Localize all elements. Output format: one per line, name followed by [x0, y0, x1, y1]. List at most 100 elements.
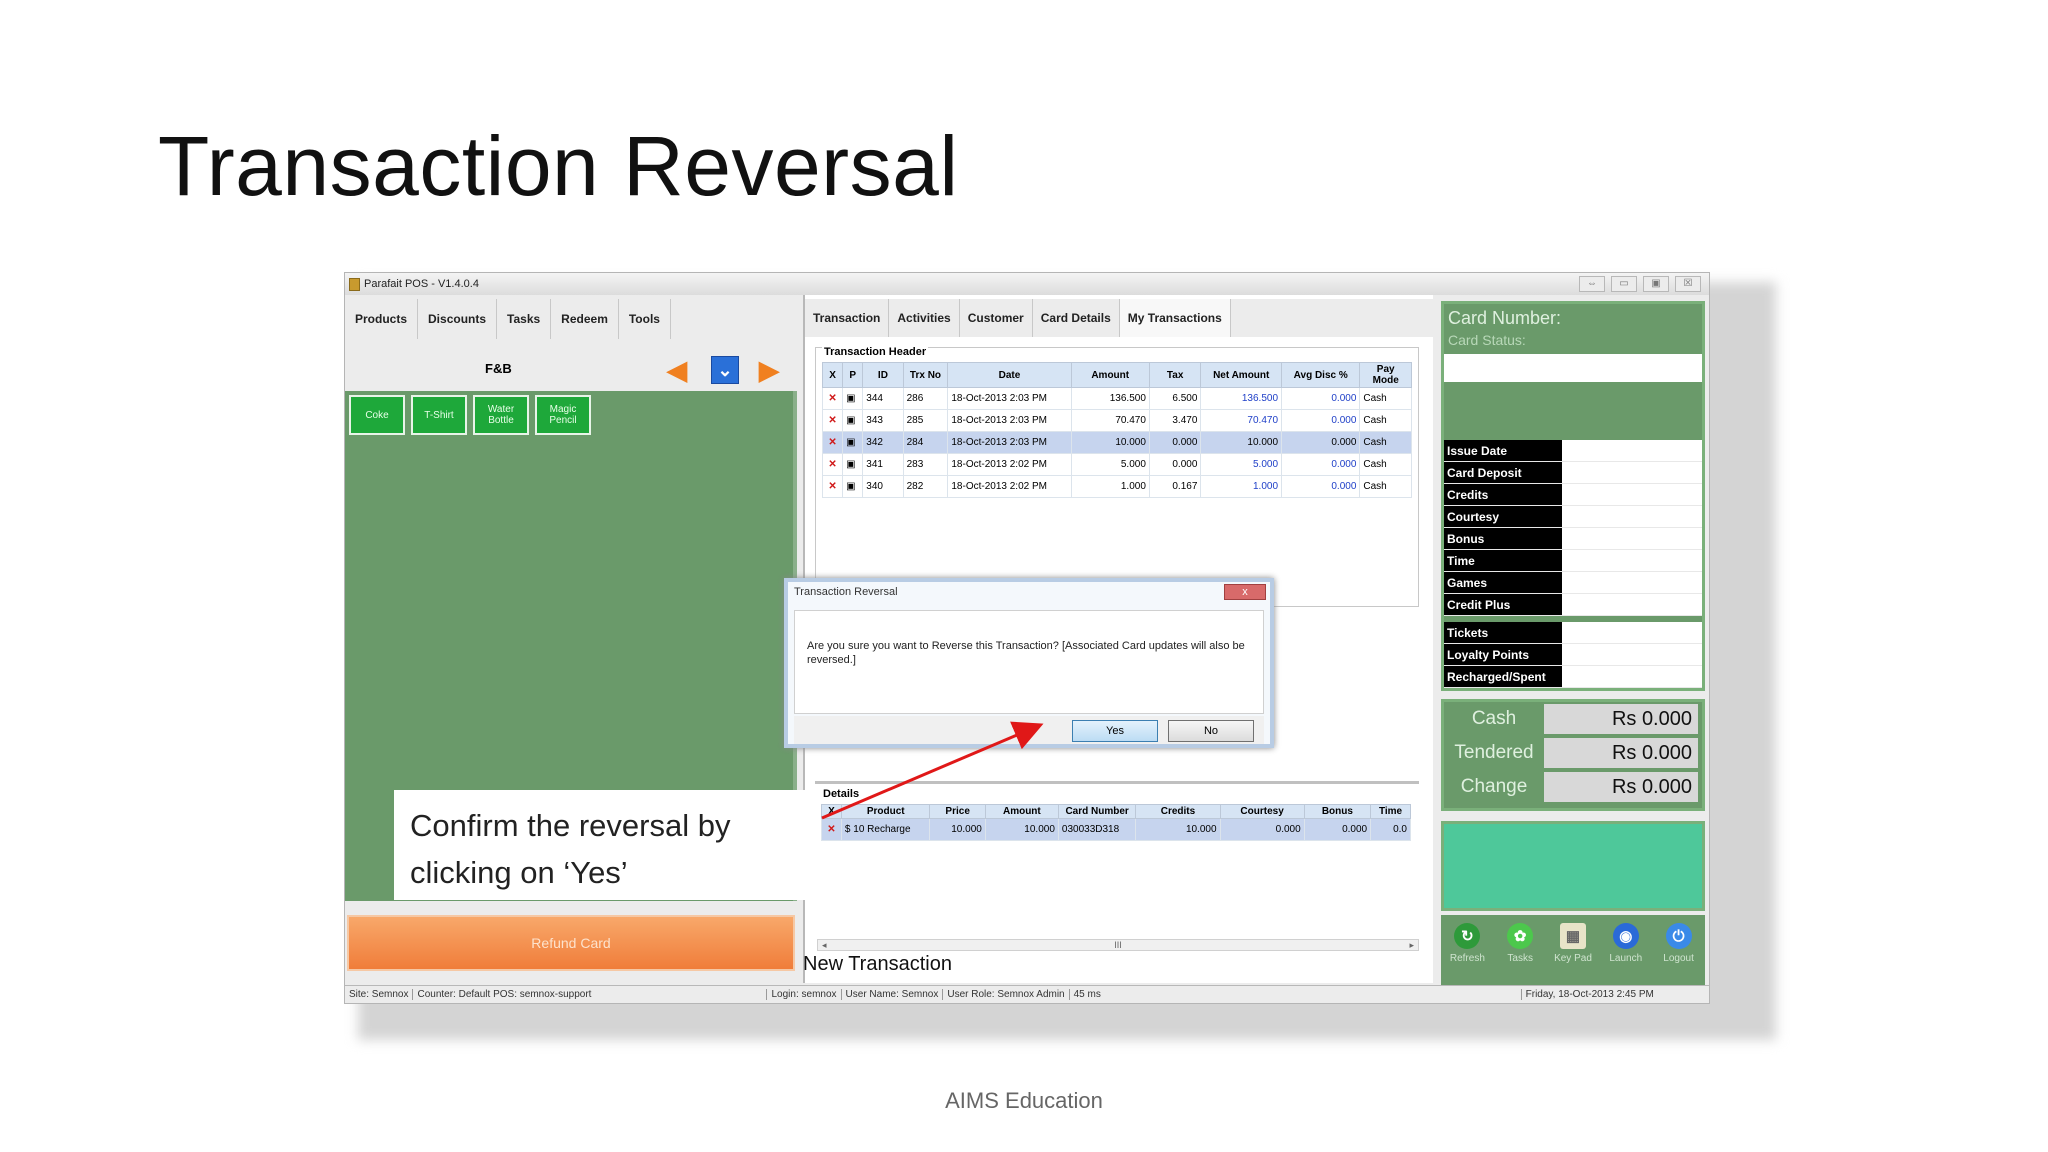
cell-disc: 0.000 [1281, 475, 1361, 498]
field-value [1562, 462, 1702, 483]
product-magic-pencil[interactable]: Magic Pencil [535, 395, 591, 435]
delete-icon[interactable]: ✕ [821, 453, 844, 476]
status-datetime: Friday, 18-Oct-2013 2:45 PM [1525, 989, 1654, 1000]
delete-icon[interactable]: ✕ [821, 431, 844, 454]
col-amount: Amount [1070, 362, 1150, 388]
cell-id: 342 [862, 431, 904, 454]
scroll-right-icon[interactable]: ▸ [1409, 940, 1414, 950]
cell-pay: Cash [1359, 409, 1412, 432]
table-row[interactable]: ✕ ▣ 341 283 18-Oct-2013 2:02 PM 5.000 0.… [821, 453, 1412, 476]
tab-tools[interactable]: Tools [619, 299, 671, 339]
col-price: Price [929, 804, 986, 819]
tab-card-details[interactable]: Card Details [1033, 299, 1120, 337]
cell-id: 340 [862, 475, 904, 498]
print-icon[interactable]: ▣ [842, 387, 864, 410]
cell-amount: 1.000 [1070, 475, 1150, 498]
title-bar: Parafait POS - V1.4.0.4 ⇔ ▭ ▣ ☒ [345, 273, 1709, 295]
cell-time: 0.0 [1370, 818, 1411, 841]
status-user-role: User Role: Semnox Admin [943, 989, 1070, 1000]
launch-button[interactable]: ◉ Launch [1602, 923, 1650, 989]
logout-label: Logout [1663, 953, 1694, 964]
no-button[interactable]: No [1168, 720, 1254, 742]
launch-label: Launch [1609, 953, 1643, 964]
delete-icon[interactable]: ✕ [821, 409, 844, 432]
product-coke[interactable]: Coke [349, 395, 405, 435]
card-status-field [1444, 354, 1702, 382]
yes-button[interactable]: Yes [1072, 720, 1158, 742]
cell-date: 18-Oct-2013 2:02 PM [947, 453, 1072, 476]
cell-tax: 0.000 [1148, 453, 1202, 476]
dialog-body: Are you sure you want to Reverse this Tr… [794, 610, 1264, 714]
delete-icon[interactable]: ✕ [821, 475, 844, 498]
tab-products[interactable]: Products [345, 299, 419, 339]
horizontal-scrollbar[interactable]: ◂ III ▸ [817, 939, 1419, 951]
print-icon[interactable]: ▣ [842, 409, 864, 432]
print-icon[interactable]: ▣ [842, 453, 864, 476]
field-value [1562, 666, 1702, 687]
field-label: Courtesy [1444, 506, 1562, 527]
cell-tax: 3.470 [1148, 409, 1202, 432]
col-avg-disc: Avg Disc % [1281, 362, 1361, 388]
print-icon[interactable]: ▣ [842, 431, 864, 454]
refund-card-button[interactable]: Refund Card [347, 915, 795, 971]
resize-icon[interactable]: ⇔ [1579, 276, 1605, 292]
delete-icon[interactable]: ✕ [821, 818, 842, 841]
cell-date: 18-Oct-2013 2:03 PM [947, 409, 1072, 432]
cell-trx: 282 [902, 475, 949, 498]
keypad-button[interactable]: ▦ Key Pad [1549, 923, 1597, 989]
keypad-icon: ▦ [1559, 923, 1586, 949]
tab-transaction[interactable]: Transaction [805, 299, 890, 337]
tendered-value: Rs 0.000 [1544, 738, 1698, 768]
tab-discounts[interactable]: Discounts [418, 299, 498, 339]
field-value [1562, 622, 1702, 643]
scroll-thumb[interactable]: III [1114, 940, 1122, 950]
arrow-right-icon[interactable]: ▶ [753, 355, 785, 385]
cell-tax: 0.167 [1148, 475, 1202, 498]
cell-amount: 136.500 [1070, 387, 1150, 410]
right-panel: Card Number: Card Status: Issue Date Car… [1437, 299, 1709, 989]
cell-trx: 286 [902, 387, 949, 410]
table-row[interactable]: ✕ ▣ 343 285 18-Oct-2013 2:03 PM 70.470 3… [821, 409, 1412, 432]
card-status-label: Card Status: [1448, 332, 1526, 348]
table-row[interactable]: ✕ $ 10 Recharge 10.000 10.000 030033D318… [821, 818, 1411, 841]
cell-net: 1.000 [1200, 475, 1283, 498]
table-row[interactable]: ✕ ▣ 344 286 18-Oct-2013 2:03 PM 136.500 … [821, 387, 1412, 410]
field-label: Recharged/Spent [1444, 666, 1562, 687]
table-row-selected[interactable]: ✕ ▣ 342 284 18-Oct-2013 2:03 PM 10.000 0… [821, 431, 1412, 454]
logout-button[interactable]: ⏻ Logout [1655, 923, 1703, 989]
minimize-icon[interactable]: ▭ [1611, 276, 1637, 292]
product-tshirt[interactable]: T-Shirt [411, 395, 467, 435]
tab-redeem[interactable]: Redeem [551, 299, 619, 339]
delete-icon[interactable]: ✕ [821, 387, 844, 410]
maximize-icon[interactable]: ▣ [1643, 276, 1669, 292]
status-site: Site: Semnox [345, 989, 414, 1000]
card-number-label: Card Number: [1448, 308, 1562, 328]
tab-activities[interactable]: Activities [889, 299, 960, 337]
tendered-label: Tendered [1454, 742, 1534, 763]
col-courtesy: Courtesy [1219, 804, 1305, 819]
field-value [1562, 440, 1702, 461]
chevron-down-icon[interactable]: ⌄ [711, 356, 739, 384]
col-pay-mode: Pay Mode [1359, 362, 1412, 388]
col-trx-no: Trx No [902, 362, 949, 388]
dialog-close-icon[interactable]: x [1224, 584, 1266, 600]
cell-date: 18-Oct-2013 2:03 PM [947, 387, 1072, 410]
tab-tasks[interactable]: Tasks [497, 299, 552, 339]
tab-my-transactions[interactable]: My Transactions [1119, 299, 1231, 337]
cell-product: $ 10 Recharge [840, 818, 931, 841]
table-row[interactable]: ✕ ▣ 340 282 18-Oct-2013 2:02 PM 1.000 0.… [821, 475, 1412, 498]
refresh-icon: ↻ [1454, 923, 1481, 949]
tab-customer[interactable]: Customer [960, 299, 1033, 337]
print-icon[interactable]: ▣ [842, 475, 864, 498]
col-time: Time [1370, 804, 1411, 819]
dialog-buttons: Yes No [794, 716, 1264, 744]
cell-amount: 70.470 [1070, 409, 1150, 432]
scroll-left-icon[interactable]: ◂ [822, 940, 827, 950]
arrow-left-icon[interactable]: ◀ [661, 355, 693, 385]
slide-title: Transaction Reversal [158, 119, 959, 213]
refresh-button[interactable]: ↻ Refresh [1443, 923, 1491, 989]
tasks-button[interactable]: ✿ Tasks [1496, 923, 1544, 989]
cell-trx: 283 [902, 453, 949, 476]
close-icon[interactable]: ☒ [1675, 276, 1701, 292]
product-water-bottle[interactable]: Water Bottle [473, 395, 529, 435]
